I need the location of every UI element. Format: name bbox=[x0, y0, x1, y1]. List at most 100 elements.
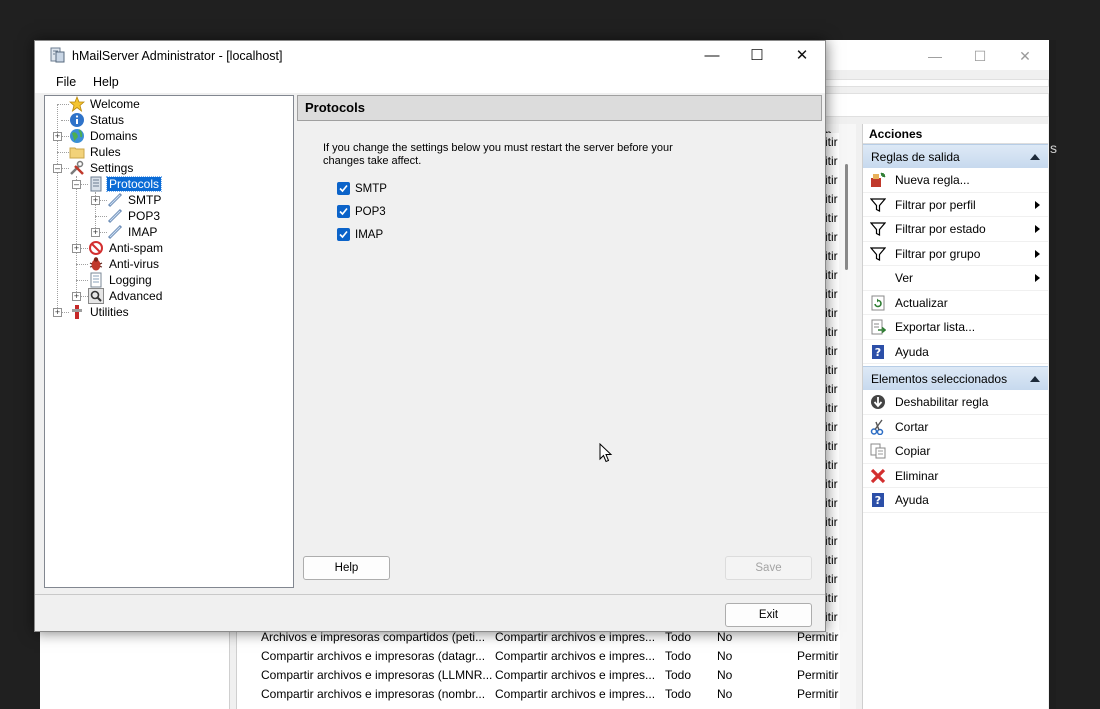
tree-item-antispam[interactable]: Anti-spam bbox=[89, 240, 165, 256]
column-fragment-cell: itir bbox=[825, 496, 838, 510]
column-fragment: itir itir itir itir itir itir itir itir itir itir… bbox=[825, 133, 839, 630]
column-fragment-cell: itir bbox=[825, 249, 838, 263]
checkbox-checked-icon[interactable] bbox=[337, 205, 350, 218]
action-item[interactable]: Filtrar por grupo bbox=[863, 242, 1048, 266]
globe-icon bbox=[70, 129, 84, 143]
delete-icon bbox=[870, 468, 886, 483]
disable-rule-icon bbox=[871, 395, 885, 409]
svg-text:?: ? bbox=[875, 346, 881, 359]
expand-imap[interactable]: + bbox=[91, 228, 100, 237]
expand-antispam[interactable]: + bbox=[72, 244, 81, 253]
column-fragment-cell: itir bbox=[825, 477, 838, 491]
action-item[interactable]: ? Ayuda bbox=[863, 488, 1048, 513]
action-item[interactable]: Nueva regla... bbox=[863, 168, 1048, 193]
background-close-button[interactable]: ✕ bbox=[1003, 46, 1047, 66]
action-item[interactable]: Deshabilitar regla bbox=[863, 390, 1048, 415]
table-cell-action: Permitir bbox=[797, 687, 839, 701]
maximize-button[interactable]: ☐ bbox=[734, 41, 780, 71]
column-fragment-cell: itir bbox=[825, 420, 838, 434]
table-cell-action: Permitir bbox=[797, 668, 839, 682]
panel-title: Protocols bbox=[297, 95, 822, 121]
collapse-caret-icon[interactable] bbox=[1030, 154, 1040, 160]
actions-section-header[interactable]: Reglas de salida bbox=[863, 144, 1048, 168]
menu-help[interactable]: Help bbox=[93, 71, 119, 93]
checkbox-checked-icon[interactable] bbox=[337, 228, 350, 241]
column-fragment-cell: itir bbox=[825, 439, 838, 453]
column-fragment-cell: itir bbox=[825, 344, 838, 358]
protocol-icon bbox=[107, 224, 123, 240]
action-item[interactable]: Filtrar por perfil bbox=[863, 193, 1048, 217]
table-row[interactable]: Compartir archivos e impresoras (datagr.… bbox=[261, 647, 841, 666]
tree-item-utilities[interactable]: Utilities bbox=[72, 304, 131, 320]
action-item-label: Actualizar bbox=[895, 295, 948, 310]
action-item-label: Copiar bbox=[895, 444, 931, 458]
background-maximize-button[interactable]: ☐ bbox=[958, 46, 1002, 66]
collapse-caret-icon[interactable] bbox=[1030, 376, 1040, 382]
action-item[interactable]: Filtrar por estado bbox=[863, 217, 1048, 242]
tree-item-rules[interactable]: Rules bbox=[69, 144, 123, 160]
column-fragment-cell: itir bbox=[825, 268, 838, 282]
column-fragment-cell: itir bbox=[825, 401, 838, 415]
minimize-button[interactable]: — bbox=[689, 41, 735, 71]
submenu-arrow-icon bbox=[1035, 249, 1040, 258]
exit-button[interactable]: Exit bbox=[725, 603, 812, 627]
action-item[interactable]: Exportar lista... bbox=[863, 315, 1048, 340]
tree-item-status[interactable]: Status bbox=[70, 112, 126, 128]
column-fragment-cell: itir bbox=[825, 534, 838, 548]
action-item[interactable]: Actualizar bbox=[863, 291, 1048, 315]
restart-notice: If you change the settings below you mus… bbox=[323, 142, 673, 167]
collapse-settings[interactable]: – bbox=[53, 164, 62, 173]
tree-item-logging[interactable]: Logging bbox=[90, 272, 154, 288]
action-item-label: Cortar bbox=[895, 419, 929, 434]
tree-item-antivirus[interactable]: Anti-virus bbox=[89, 256, 161, 272]
close-button[interactable]: ✕ bbox=[779, 41, 825, 71]
checkbox-checked-icon[interactable] bbox=[337, 182, 350, 195]
action-item[interactable]: Copiar bbox=[863, 439, 1048, 464]
action-item[interactable]: Cortar bbox=[863, 415, 1048, 439]
collapse-protocols[interactable]: – bbox=[72, 180, 81, 189]
star-icon bbox=[69, 96, 85, 112]
action-item[interactable]: Eliminar bbox=[863, 464, 1048, 488]
expand-advanced[interactable]: + bbox=[72, 292, 81, 301]
background-minimize-button[interactable]: — bbox=[913, 46, 957, 66]
save-button[interactable]: Save bbox=[725, 556, 812, 580]
tree-item-welcome[interactable]: Welcome bbox=[69, 96, 142, 112]
info-icon bbox=[70, 113, 84, 127]
table-row[interactable]: Compartir archivos e impresoras (nombr..… bbox=[261, 685, 841, 704]
expand-domains[interactable]: + bbox=[53, 132, 62, 141]
table-row[interactable]: Compartir archivos e impresoras (LLMNR..… bbox=[261, 666, 841, 685]
tree-item-settings[interactable]: Settings bbox=[70, 160, 135, 176]
submenu-arrow-icon bbox=[1035, 225, 1040, 233]
table-cell-enabled: No bbox=[717, 668, 733, 682]
action-item[interactable]: Ver bbox=[863, 266, 1048, 291]
tree-item-imap[interactable]: IMAP bbox=[107, 224, 159, 240]
filter-icon bbox=[870, 197, 886, 212]
action-item-label: Nueva regla... bbox=[895, 173, 970, 187]
tree-item-pop3[interactable]: POP3 bbox=[107, 208, 162, 224]
expand-smtp[interactable]: + bbox=[91, 196, 100, 205]
tree-item-protocols[interactable]: Protocols bbox=[90, 176, 163, 192]
action-item[interactable]: ? Ayuda bbox=[863, 340, 1048, 364]
actions-section-header[interactable]: Elementos seleccionados bbox=[863, 366, 1048, 390]
scrollbar-thumb[interactable] bbox=[845, 164, 848, 270]
help-button[interactable]: Help bbox=[303, 556, 390, 580]
table-cell-profile: Todo bbox=[665, 668, 692, 682]
help-icon: ? bbox=[872, 493, 884, 507]
help-icon: ? bbox=[872, 344, 884, 359]
table-cell-profile: Todo bbox=[665, 687, 692, 701]
table-cell-name: Compartir archivos e impresoras (LLMNR..… bbox=[261, 668, 493, 682]
action-item-label: Filtrar por perfil bbox=[895, 197, 976, 212]
tree-item-smtp[interactable]: SMTP bbox=[107, 192, 163, 208]
new-rule-icon bbox=[871, 172, 886, 187]
action-item-label: Eliminar bbox=[895, 468, 939, 483]
column-fragment-cell: itir bbox=[825, 154, 838, 168]
tree-item-advanced[interactable]: Advanced bbox=[88, 288, 164, 304]
rules-list-scrollbar[interactable] bbox=[839, 124, 856, 709]
menu-file[interactable]: File bbox=[56, 71, 76, 93]
background-nav-pane bbox=[40, 630, 230, 709]
column-fragment-cell: itir bbox=[825, 325, 838, 339]
tree-item-domains[interactable]: Domains bbox=[70, 128, 139, 144]
tools-icon bbox=[70, 160, 84, 175]
expand-utilities[interactable]: + bbox=[53, 308, 62, 317]
column-fragment-cell: itir bbox=[825, 230, 838, 244]
